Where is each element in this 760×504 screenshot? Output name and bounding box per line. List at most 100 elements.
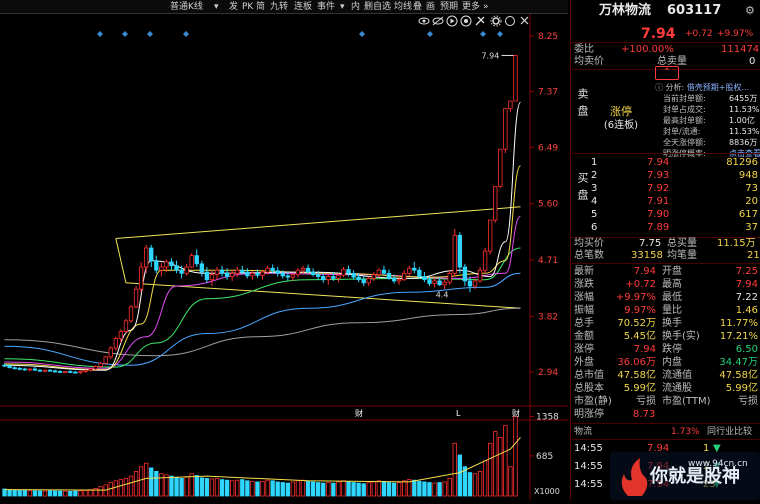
candle[interactable] bbox=[250, 270, 255, 280]
candle[interactable] bbox=[503, 108, 508, 153]
candle[interactable] bbox=[209, 270, 215, 286]
candle[interactable] bbox=[123, 318, 129, 334]
candle[interactable] bbox=[22, 367, 27, 371]
candle[interactable] bbox=[199, 260, 204, 277]
volume-bar[interactable] bbox=[113, 480, 118, 497]
candle[interactable] bbox=[245, 268, 250, 279]
chevron-down-icon[interactable]: ▾ bbox=[214, 0, 219, 14]
volume-bar[interactable] bbox=[22, 489, 27, 497]
volume-bar[interactable] bbox=[366, 482, 371, 497]
candle[interactable] bbox=[12, 366, 17, 370]
candle[interactable] bbox=[230, 270, 235, 281]
candle[interactable] bbox=[47, 368, 53, 372]
volume-bar[interactable] bbox=[169, 475, 174, 497]
toolbar-item-draw[interactable]: 画 bbox=[426, 0, 435, 14]
candle[interactable] bbox=[154, 255, 159, 274]
candle[interactable] bbox=[144, 244, 149, 274]
candle[interactable] bbox=[498, 148, 503, 188]
volume-bar[interactable] bbox=[356, 482, 361, 497]
candle[interactable] bbox=[219, 265, 225, 277]
candle[interactable] bbox=[174, 260, 179, 274]
candle[interactable] bbox=[98, 362, 103, 369]
volume-bar[interactable] bbox=[260, 480, 265, 497]
volume-bar[interactable] bbox=[493, 431, 498, 497]
buy-order-row[interactable]: 6 7.89 37 bbox=[571, 222, 760, 234]
candle[interactable] bbox=[366, 276, 371, 287]
volume-bar[interactable] bbox=[482, 460, 488, 497]
volume-bar[interactable] bbox=[437, 482, 442, 497]
volume-bar[interactable] bbox=[133, 470, 139, 497]
event-diamond-icon[interactable] bbox=[427, 31, 433, 37]
candle[interactable] bbox=[442, 279, 447, 290]
volume-bar[interactable] bbox=[255, 481, 260, 497]
volume-bar[interactable] bbox=[224, 479, 230, 497]
candle[interactable] bbox=[341, 267, 346, 278]
kline-chart[interactable]: 8.25 7.37 6.49 5.60 4.71 3.82 2.94 7.94 4.4 财 L 财 13… bbox=[0, 14, 568, 500]
volume-bar[interactable] bbox=[52, 490, 58, 497]
volume-bar[interactable] bbox=[498, 437, 503, 497]
toolbar-item-kline-type[interactable]: 普通K线 bbox=[170, 0, 203, 14]
sector-name[interactable]: 物流 bbox=[574, 426, 592, 438]
volume-bar[interactable] bbox=[194, 475, 199, 497]
gear-icon[interactable]: ⚙ bbox=[745, 3, 755, 19]
event-marker[interactable]: 财 bbox=[355, 408, 363, 418]
volume-bar[interactable] bbox=[174, 476, 179, 497]
toolbar-item-nei[interactable]: 内 bbox=[351, 0, 360, 14]
volume-bar[interactable] bbox=[159, 473, 164, 497]
volume-bar[interactable] bbox=[442, 481, 447, 497]
volume-bar[interactable] bbox=[47, 490, 53, 497]
volume-bar[interactable] bbox=[351, 482, 356, 497]
event-marker[interactable]: 财 bbox=[512, 408, 520, 418]
volume-bar[interactable] bbox=[391, 482, 397, 497]
toolbar-item-fa[interactable]: 发 bbox=[229, 0, 238, 14]
candle[interactable] bbox=[513, 55, 518, 102]
candle[interactable] bbox=[462, 263, 468, 286]
volume-bar[interactable] bbox=[230, 480, 235, 497]
volume-bar[interactable] bbox=[447, 478, 452, 497]
candle[interactable] bbox=[169, 258, 174, 271]
candle[interactable] bbox=[386, 269, 392, 280]
volume-bar[interactable] bbox=[42, 490, 48, 497]
volume-bar[interactable] bbox=[472, 473, 478, 497]
buy-order-row[interactable]: 5 7.90 617 bbox=[571, 209, 760, 221]
volume-bar[interactable] bbox=[7, 489, 12, 497]
volume-bar[interactable] bbox=[63, 490, 68, 497]
volume-bar[interactable] bbox=[265, 479, 270, 497]
toolbar-item-forecast[interactable]: 预期 bbox=[440, 0, 458, 14]
candle[interactable] bbox=[488, 219, 493, 255]
volume-bar[interactable] bbox=[149, 467, 154, 497]
buy-order-row[interactable]: 1 7.94 81296 bbox=[571, 157, 760, 169]
candle[interactable] bbox=[260, 270, 265, 280]
candle[interactable] bbox=[477, 267, 483, 283]
candle[interactable] bbox=[310, 268, 316, 277]
volume-bar[interactable] bbox=[204, 478, 210, 497]
candle[interactable] bbox=[108, 346, 113, 359]
event-diamond-icon[interactable] bbox=[183, 31, 189, 37]
candle[interactable] bbox=[351, 270, 356, 280]
volume-bar[interactable] bbox=[295, 480, 301, 497]
volume-bar[interactable] bbox=[27, 490, 32, 497]
event-diamond-icon[interactable] bbox=[497, 31, 503, 37]
volume-bar[interactable] bbox=[376, 480, 382, 497]
volume-bar[interactable] bbox=[402, 480, 407, 497]
candle[interactable] bbox=[396, 275, 402, 285]
candle[interactable] bbox=[204, 267, 210, 283]
volume-bar[interactable] bbox=[477, 470, 483, 497]
volume-bar[interactable] bbox=[93, 487, 98, 497]
candle[interactable] bbox=[402, 270, 407, 281]
volume-bar[interactable] bbox=[17, 490, 22, 497]
candle[interactable] bbox=[326, 274, 331, 285]
volume-bar[interactable] bbox=[300, 479, 306, 497]
volume-bar[interactable] bbox=[138, 466, 144, 497]
volume-bar[interactable] bbox=[285, 482, 290, 497]
volume-bar[interactable] bbox=[386, 482, 392, 497]
candle[interactable] bbox=[149, 244, 154, 267]
volume-bar[interactable] bbox=[184, 476, 189, 497]
volume-bar[interactable] bbox=[199, 477, 204, 497]
volume-bar[interactable] bbox=[452, 442, 457, 497]
candle[interactable] bbox=[417, 267, 422, 279]
volume-bar[interactable] bbox=[214, 478, 220, 497]
volume-bar[interactable] bbox=[275, 481, 280, 497]
volume-bar[interactable] bbox=[467, 472, 473, 497]
candle[interactable] bbox=[17, 367, 22, 371]
